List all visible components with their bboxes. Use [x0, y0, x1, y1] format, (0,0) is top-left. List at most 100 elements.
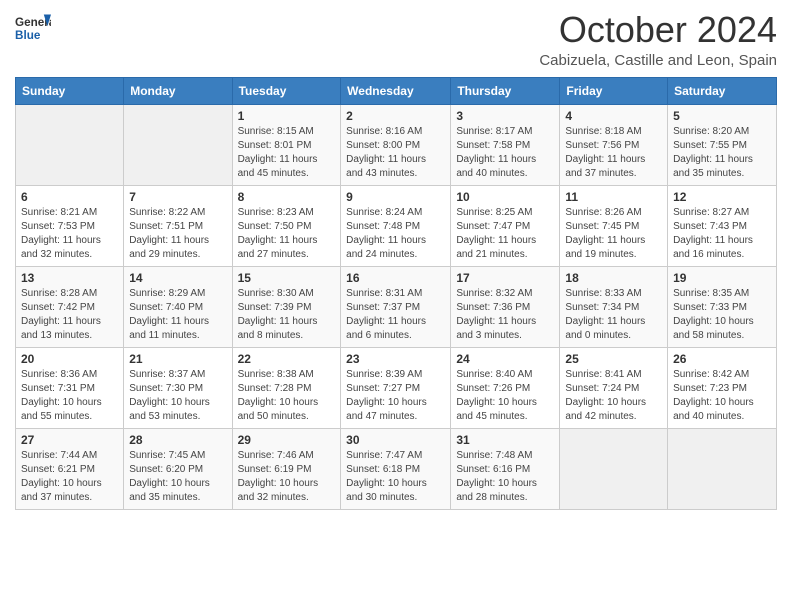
day-info: Sunrise: 8:22 AM Sunset: 7:51 PM Dayligh…: [129, 206, 226, 262]
header-row: Sunday Monday Tuesday Wednesday Thursday…: [16, 77, 777, 104]
day-number: 10: [456, 190, 554, 204]
day-info: Sunrise: 8:18 AM Sunset: 7:56 PM Dayligh…: [565, 125, 662, 181]
day-info: Sunrise: 8:30 AM Sunset: 7:39 PM Dayligh…: [238, 287, 336, 343]
day-cell: 2Sunrise: 8:16 AM Sunset: 8:00 PM Daylig…: [341, 104, 451, 185]
col-sunday: Sunday: [16, 77, 124, 104]
day-info: Sunrise: 8:39 AM Sunset: 7:27 PM Dayligh…: [346, 368, 445, 424]
day-info: Sunrise: 7:47 AM Sunset: 6:18 PM Dayligh…: [346, 449, 445, 505]
logo-icon: General Blue: [15, 10, 51, 46]
day-number: 27: [21, 433, 118, 447]
day-number: 11: [565, 190, 662, 204]
col-thursday: Thursday: [451, 77, 560, 104]
day-number: 29: [238, 433, 336, 447]
day-info: Sunrise: 8:24 AM Sunset: 7:48 PM Dayligh…: [346, 206, 445, 262]
col-wednesday: Wednesday: [341, 77, 451, 104]
title-block: October 2024 Cabizuela, Castille and Leo…: [539, 10, 777, 69]
day-cell: [124, 104, 232, 185]
day-info: Sunrise: 8:17 AM Sunset: 7:58 PM Dayligh…: [456, 125, 554, 181]
day-number: 19: [673, 271, 771, 285]
day-number: 31: [456, 433, 554, 447]
week-row-1: 1 Sunrise: 8:15 AM Sunset: 8:01 PM Daylig…: [16, 104, 777, 185]
day-info: Sunrise: 8:20 AM Sunset: 7:55 PM Dayligh…: [673, 125, 771, 181]
day-cell: 29 Sunrise: 7:46 AM Sunset: 6:19 PM Dayli…: [232, 428, 341, 509]
day-cell: 28 Sunrise: 7:45 AM Sunset: 6:20 PM Dayli…: [124, 428, 232, 509]
day-cell: 11 Sunrise: 8:26 AM Sunset: 7:45 PM Dayli…: [560, 185, 668, 266]
day-cell: 17 Sunrise: 8:32 AM Sunset: 7:36 PM Dayli…: [451, 266, 560, 347]
day-number: 7: [129, 190, 226, 204]
day-number: 6: [21, 190, 118, 204]
day-number: 13: [21, 271, 118, 285]
day-number: 16: [346, 271, 445, 285]
day-cell: 27Sunrise: 7:44 AM Sunset: 6:21 PM Dayli…: [16, 428, 124, 509]
day-cell: 16 Sunrise: 8:31 AM Sunset: 7:37 PM Dayli…: [341, 266, 451, 347]
day-info: Sunrise: 8:33 AM Sunset: 7:34 PM Dayligh…: [565, 287, 662, 343]
day-cell: 26 Sunrise: 8:42 AM Sunset: 7:23 PM Dayli…: [668, 347, 777, 428]
day-info: Sunrise: 8:40 AM Sunset: 7:26 PM Dayligh…: [456, 368, 554, 424]
day-info: Sunrise: 8:26 AM Sunset: 7:45 PM Dayligh…: [565, 206, 662, 262]
day-cell: 1 Sunrise: 8:15 AM Sunset: 8:01 PM Daylig…: [232, 104, 341, 185]
day-info: Sunrise: 8:36 AM Sunset: 7:31 PM Dayligh…: [21, 368, 118, 424]
week-row-4: 20Sunrise: 8:36 AM Sunset: 7:31 PM Dayli…: [16, 347, 777, 428]
day-cell: 22 Sunrise: 8:38 AM Sunset: 7:28 PM Dayli…: [232, 347, 341, 428]
day-info: Sunrise: 8:28 AM Sunset: 7:42 PM Dayligh…: [21, 287, 118, 343]
day-number: 21: [129, 352, 226, 366]
day-cell: 15Sunrise: 8:30 AM Sunset: 7:39 PM Dayli…: [232, 266, 341, 347]
day-info: Sunrise: 8:15 AM Sunset: 8:01 PM Dayligh…: [238, 125, 336, 181]
day-number: 9: [346, 190, 445, 204]
day-cell: 13 Sunrise: 8:28 AM Sunset: 7:42 PM Dayli…: [16, 266, 124, 347]
day-number: 3: [456, 109, 554, 123]
col-tuesday: Tuesday: [232, 77, 341, 104]
day-number: 22: [238, 352, 336, 366]
day-number: 23: [346, 352, 445, 366]
day-number: 5: [673, 109, 771, 123]
day-number: 26: [673, 352, 771, 366]
day-cell: [668, 428, 777, 509]
day-number: 17: [456, 271, 554, 285]
location-title: Cabizuela, Castille and Leon, Spain: [539, 52, 777, 69]
day-cell: 14 Sunrise: 8:29 AM Sunset: 7:40 PM Dayli…: [124, 266, 232, 347]
day-cell: 19Sunrise: 8:35 AM Sunset: 7:33 PM Dayli…: [668, 266, 777, 347]
day-cell: 4Sunrise: 8:18 AM Sunset: 7:56 PM Daylig…: [560, 104, 668, 185]
day-cell: 3 Sunrise: 8:17 AM Sunset: 7:58 PM Daylig…: [451, 104, 560, 185]
day-info: Sunrise: 8:21 AM Sunset: 7:53 PM Dayligh…: [21, 206, 118, 262]
day-cell: 23 Sunrise: 8:39 AM Sunset: 7:27 PM Dayli…: [341, 347, 451, 428]
day-info: Sunrise: 8:32 AM Sunset: 7:36 PM Dayligh…: [456, 287, 554, 343]
day-cell: 25 Sunrise: 8:41 AM Sunset: 7:24 PM Dayli…: [560, 347, 668, 428]
day-info: Sunrise: 8:29 AM Sunset: 7:40 PM Dayligh…: [129, 287, 226, 343]
day-number: 28: [129, 433, 226, 447]
day-info: Sunrise: 8:27 AM Sunset: 7:43 PM Dayligh…: [673, 206, 771, 262]
day-cell: 18 Sunrise: 8:33 AM Sunset: 7:34 PM Dayli…: [560, 266, 668, 347]
logo: General Blue: [15, 10, 51, 46]
col-monday: Monday: [124, 77, 232, 104]
day-number: 18: [565, 271, 662, 285]
day-cell: 31 Sunrise: 7:48 AM Sunset: 6:16 PM Dayli…: [451, 428, 560, 509]
day-info: Sunrise: 8:31 AM Sunset: 7:37 PM Dayligh…: [346, 287, 445, 343]
col-saturday: Saturday: [668, 77, 777, 104]
day-cell: 10 Sunrise: 8:25 AM Sunset: 7:47 PM Dayli…: [451, 185, 560, 266]
day-number: 1: [238, 109, 336, 123]
day-cell: 20Sunrise: 8:36 AM Sunset: 7:31 PM Dayli…: [16, 347, 124, 428]
svg-text:Blue: Blue: [15, 29, 41, 42]
day-cell: 24Sunrise: 8:40 AM Sunset: 7:26 PM Dayli…: [451, 347, 560, 428]
day-info: Sunrise: 8:41 AM Sunset: 7:24 PM Dayligh…: [565, 368, 662, 424]
day-number: 30: [346, 433, 445, 447]
day-info: Sunrise: 8:38 AM Sunset: 7:28 PM Dayligh…: [238, 368, 336, 424]
day-info: Sunrise: 8:42 AM Sunset: 7:23 PM Dayligh…: [673, 368, 771, 424]
day-cell: 5 Sunrise: 8:20 AM Sunset: 7:55 PM Daylig…: [668, 104, 777, 185]
day-info: Sunrise: 8:25 AM Sunset: 7:47 PM Dayligh…: [456, 206, 554, 262]
week-row-3: 13 Sunrise: 8:28 AM Sunset: 7:42 PM Dayli…: [16, 266, 777, 347]
day-info: Sunrise: 7:46 AM Sunset: 6:19 PM Dayligh…: [238, 449, 336, 505]
day-cell: [16, 104, 124, 185]
day-info: Sunrise: 7:48 AM Sunset: 6:16 PM Dayligh…: [456, 449, 554, 505]
day-cell: 30 Sunrise: 7:47 AM Sunset: 6:18 PM Dayli…: [341, 428, 451, 509]
day-cell: 6 Sunrise: 8:21 AM Sunset: 7:53 PM Daylig…: [16, 185, 124, 266]
week-row-5: 27Sunrise: 7:44 AM Sunset: 6:21 PM Dayli…: [16, 428, 777, 509]
day-cell: 12Sunrise: 8:27 AM Sunset: 7:43 PM Dayli…: [668, 185, 777, 266]
day-number: 8: [238, 190, 336, 204]
day-number: 14: [129, 271, 226, 285]
day-info: Sunrise: 8:23 AM Sunset: 7:50 PM Dayligh…: [238, 206, 336, 262]
day-info: Sunrise: 8:37 AM Sunset: 7:30 PM Dayligh…: [129, 368, 226, 424]
day-number: 25: [565, 352, 662, 366]
day-info: Sunrise: 7:45 AM Sunset: 6:20 PM Dayligh…: [129, 449, 226, 505]
col-friday: Friday: [560, 77, 668, 104]
